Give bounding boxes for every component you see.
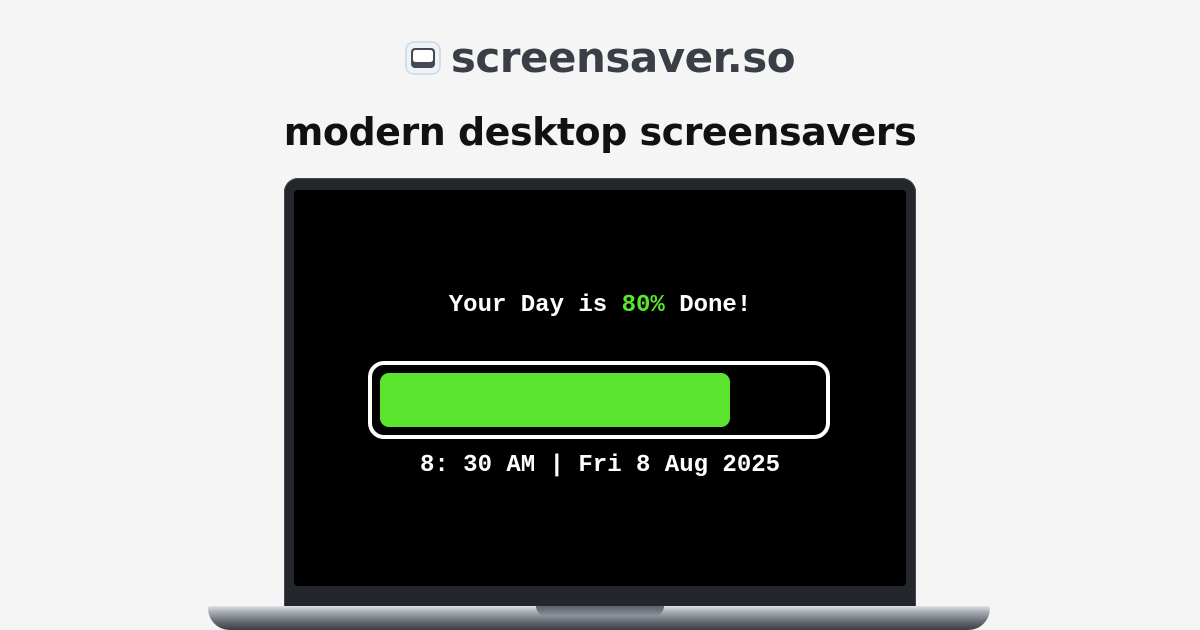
percent-done: 80% <box>621 292 665 319</box>
clock-date-readout: 8: 30 AM | Fri 8 Aug 2025 <box>419 452 781 479</box>
monitor-icon <box>405 41 441 75</box>
brand-header: screensaver.so <box>0 30 1200 86</box>
tagline: modern desktop screensavers <box>283 110 917 154</box>
brand-name: screensaver.so <box>450 33 796 82</box>
headline-prefix: Your Day is <box>448 292 622 319</box>
headline-suffix: Done! <box>664 292 752 319</box>
laptop-lid: Your Day is 80% Done! 8: 30 AM | Fri 8 A… <box>284 178 916 618</box>
day-progress-fill <box>380 373 730 427</box>
day-progress-headline: Your Day is 80% Done! <box>294 292 906 319</box>
laptop-notch <box>536 606 664 616</box>
day-progress-bar <box>368 361 830 439</box>
laptop-screen: Your Day is 80% Done! 8: 30 AM | Fri 8 A… <box>294 190 906 586</box>
